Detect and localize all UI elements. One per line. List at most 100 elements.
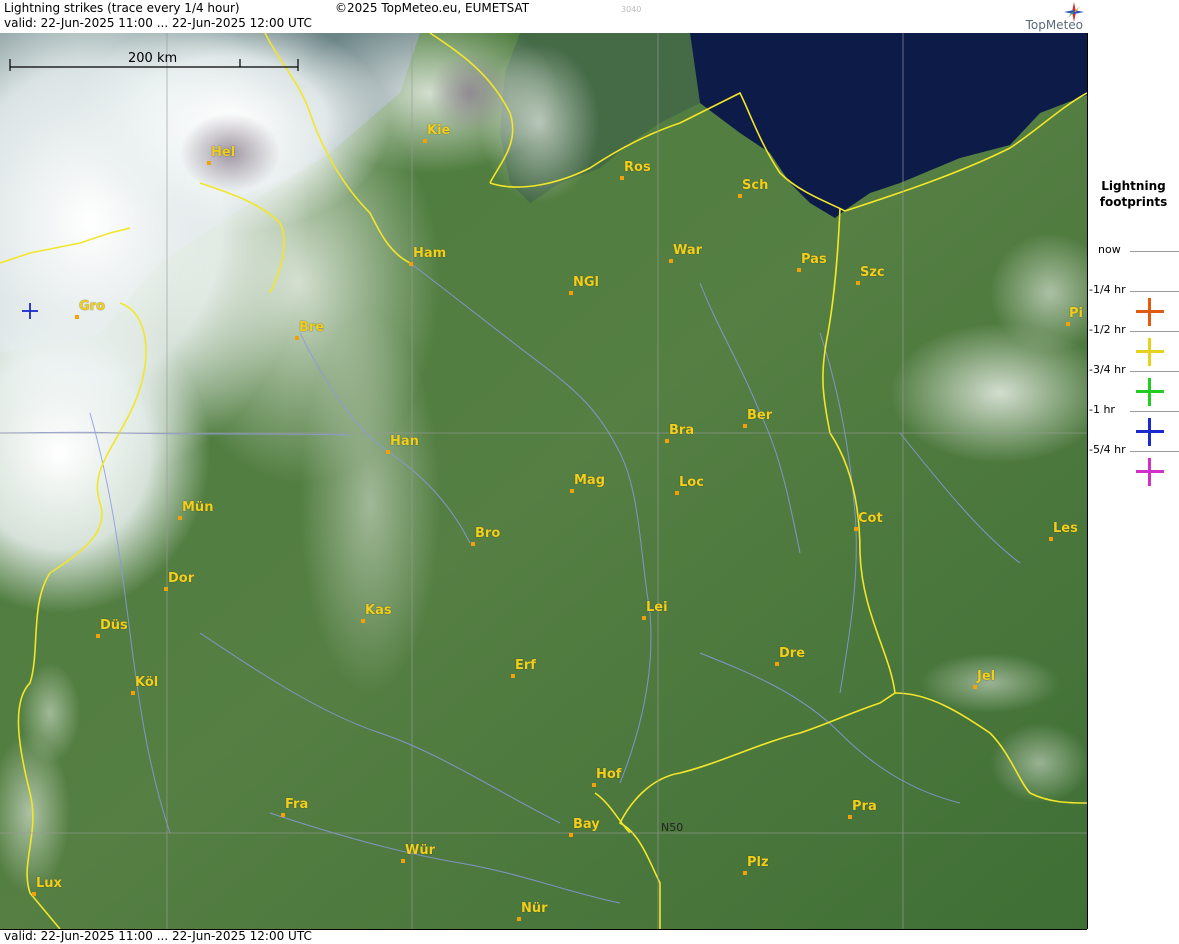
legend-divider xyxy=(1130,371,1179,372)
city-label: Fra xyxy=(285,797,309,812)
city-marker xyxy=(517,917,521,921)
city-label: Pi xyxy=(1069,306,1083,321)
map-canvas xyxy=(0,33,1087,929)
city-marker xyxy=(669,259,673,263)
city-label: Mag xyxy=(574,473,606,488)
city-label: Han xyxy=(390,434,419,449)
satellite-map[interactable]: 200 km N50 Kie Hel Ros Sch Ham War Pas Szc NGl Gr… xyxy=(0,33,1088,929)
city-label: Dre xyxy=(779,646,806,661)
map-code: 3040 xyxy=(621,5,642,14)
city-label: Ros xyxy=(624,160,651,175)
city-label: Dor xyxy=(168,571,195,586)
city-marker xyxy=(570,489,574,493)
topmeteo-logo[interactable]: TopMeteo xyxy=(990,0,1087,33)
city-label: Bro xyxy=(475,526,501,541)
city-marker xyxy=(620,176,624,180)
legend-cross-icon xyxy=(1136,378,1164,406)
legend-divider xyxy=(1130,451,1179,452)
city-marker xyxy=(743,424,747,428)
city-marker xyxy=(361,619,365,623)
cloud xyxy=(990,723,1087,803)
legend-label: -1 hr xyxy=(1089,403,1115,416)
city-label: Bay xyxy=(573,817,600,832)
copyright-text: ©2025 TopMeteo.eu, EUMETSAT xyxy=(335,1,530,15)
city-marker xyxy=(642,616,646,620)
city-label: Bre xyxy=(299,320,325,335)
valid-time-range: valid: 22-Jun-2025 11:00 ... 22-Jun-2025… xyxy=(4,16,312,30)
city-label: Nür xyxy=(521,901,548,916)
map-header: Lightning strikes (trace every 1/4 hour)… xyxy=(0,0,1087,34)
legend-cross-icon xyxy=(1136,298,1164,326)
grid-label: N50 xyxy=(661,821,684,834)
city-marker xyxy=(743,871,747,875)
city-label: Düs xyxy=(100,618,128,633)
city-label: War xyxy=(673,243,703,258)
city-marker xyxy=(1066,322,1070,326)
city-marker xyxy=(131,691,135,695)
city-marker xyxy=(775,662,779,666)
legend-divider xyxy=(1130,291,1179,292)
city-label: Hof xyxy=(596,767,622,782)
map-footer: valid: 22-Jun-2025 11:00 ... 22-Jun-2025… xyxy=(0,929,1087,944)
city-marker xyxy=(423,139,427,143)
map-title: Lightning strikes (trace every 1/4 hour) xyxy=(4,1,240,15)
scale-bar-label: 200 km xyxy=(128,51,178,66)
city-marker xyxy=(511,674,515,678)
city-marker xyxy=(592,783,596,787)
city-label: Kie xyxy=(427,123,451,138)
city-marker xyxy=(797,268,801,272)
city-marker xyxy=(569,291,573,295)
city-label: NGl xyxy=(573,275,600,290)
city-marker xyxy=(281,813,285,817)
legend-cross-icon xyxy=(1136,458,1164,486)
city-label: Lei xyxy=(646,600,668,615)
city-label: Erf xyxy=(515,658,536,673)
city-label: Mün xyxy=(182,500,214,515)
city-label: Hel xyxy=(211,145,236,160)
legend-panel: Lightning footprints now -1/4 hr -1/2 hr -3… xyxy=(1088,0,1179,943)
city-label: Les xyxy=(1053,521,1078,536)
city-label: Ham xyxy=(413,246,447,261)
city-label: Sch xyxy=(742,178,769,193)
cloud xyxy=(300,313,440,693)
city-marker xyxy=(178,516,182,520)
city-label: Ber xyxy=(747,408,773,423)
legend-label: -1/4 hr xyxy=(1089,283,1126,296)
cloud xyxy=(20,663,80,763)
legend-divider xyxy=(1130,331,1179,332)
city-marker xyxy=(401,859,405,863)
legend-cross-icon xyxy=(1136,338,1164,366)
city-marker xyxy=(856,281,860,285)
city-marker xyxy=(409,262,413,266)
legend-label: -3/4 hr xyxy=(1089,363,1126,376)
legend-cross-icon xyxy=(1136,418,1164,446)
city-marker xyxy=(75,315,79,319)
city-label: Gro xyxy=(79,299,106,314)
legend-divider xyxy=(1130,251,1179,252)
city-label: Bra xyxy=(669,423,695,438)
footer-valid-time-range: valid: 22-Jun-2025 11:00 ... 22-Jun-2025… xyxy=(4,929,312,943)
city-marker xyxy=(854,527,858,531)
city-marker xyxy=(295,336,299,340)
city-label: Pra xyxy=(852,799,877,814)
city-marker xyxy=(207,161,211,165)
city-label: Wür xyxy=(405,843,436,858)
city-label: Loc xyxy=(679,475,704,490)
city-marker xyxy=(164,587,168,591)
logo-text: TopMeteo xyxy=(1025,18,1083,32)
city-label: Plz xyxy=(747,855,769,870)
city-marker xyxy=(973,685,977,689)
city-label: Pas xyxy=(801,252,827,267)
legend-divider xyxy=(1130,411,1179,412)
city-marker xyxy=(675,491,679,495)
legend-label: now xyxy=(1098,243,1121,256)
city-marker xyxy=(665,439,669,443)
city-marker xyxy=(569,833,573,837)
city-marker xyxy=(96,634,100,638)
city-label: Kas xyxy=(365,603,392,618)
city-marker xyxy=(32,892,36,896)
city-label: Köl xyxy=(135,675,159,690)
legend-label: -5/4 hr xyxy=(1089,443,1126,456)
city-label: Lux xyxy=(36,876,62,891)
city-marker xyxy=(848,815,852,819)
